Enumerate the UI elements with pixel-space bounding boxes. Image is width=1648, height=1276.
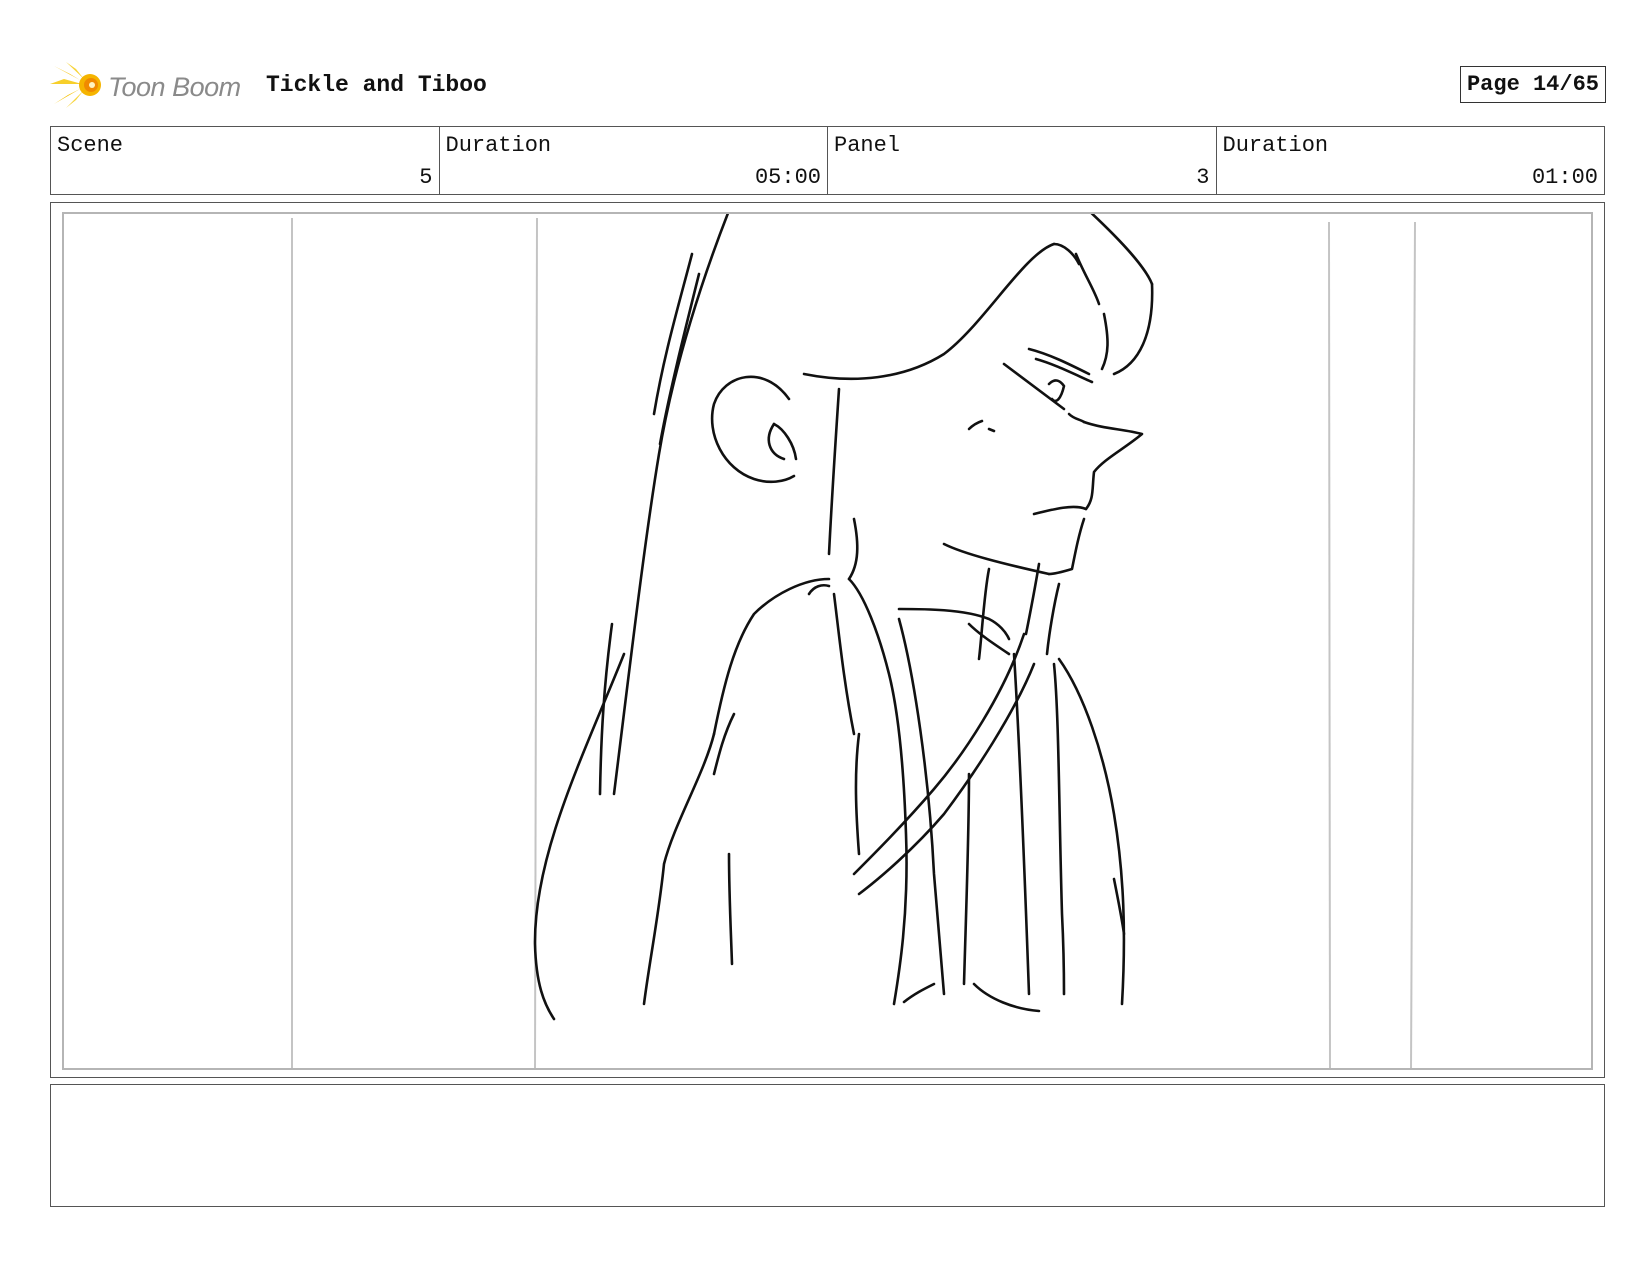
toon-boom-logo: Toon Boom xyxy=(50,60,250,110)
scene-duration-cell: Duration 05:00 xyxy=(440,127,828,194)
scene-cell: Scene 5 xyxy=(51,127,440,194)
character-sketch xyxy=(291,214,1416,1068)
starburst-icon xyxy=(50,62,101,108)
panel-duration-cell: Duration 01:00 xyxy=(1217,127,1605,194)
panel-cell: Panel 3 xyxy=(828,127,1217,194)
action-notes-box xyxy=(50,1084,1605,1207)
project-title: Tickle and Tiboo xyxy=(266,72,487,98)
panel-drawing-area xyxy=(62,212,1593,1070)
panel-label: Panel xyxy=(834,133,901,158)
scene-label: Scene xyxy=(57,133,124,158)
girl-sketch xyxy=(533,214,1154,1021)
panel-duration-label: Duration xyxy=(1222,133,1329,158)
logo-wordmark: Toon Boom xyxy=(108,72,241,102)
storyboard-panel xyxy=(50,202,1605,1078)
background-guide-lines xyxy=(291,217,1416,1068)
panel-value: 3 xyxy=(1196,165,1210,190)
scene-duration-value: 05:00 xyxy=(754,165,821,190)
panel-info-table: Scene 5 Duration 05:00 Panel 3 Duration … xyxy=(50,126,1605,195)
page-header: Toon Boom Tickle and Tiboo Page 14/65 xyxy=(50,58,1606,110)
page-number: Page 14/65 xyxy=(1459,66,1606,103)
scene-duration-label: Duration xyxy=(445,133,552,158)
panel-duration-value: 01:00 xyxy=(1531,165,1598,190)
scene-value: 5 xyxy=(419,165,433,190)
